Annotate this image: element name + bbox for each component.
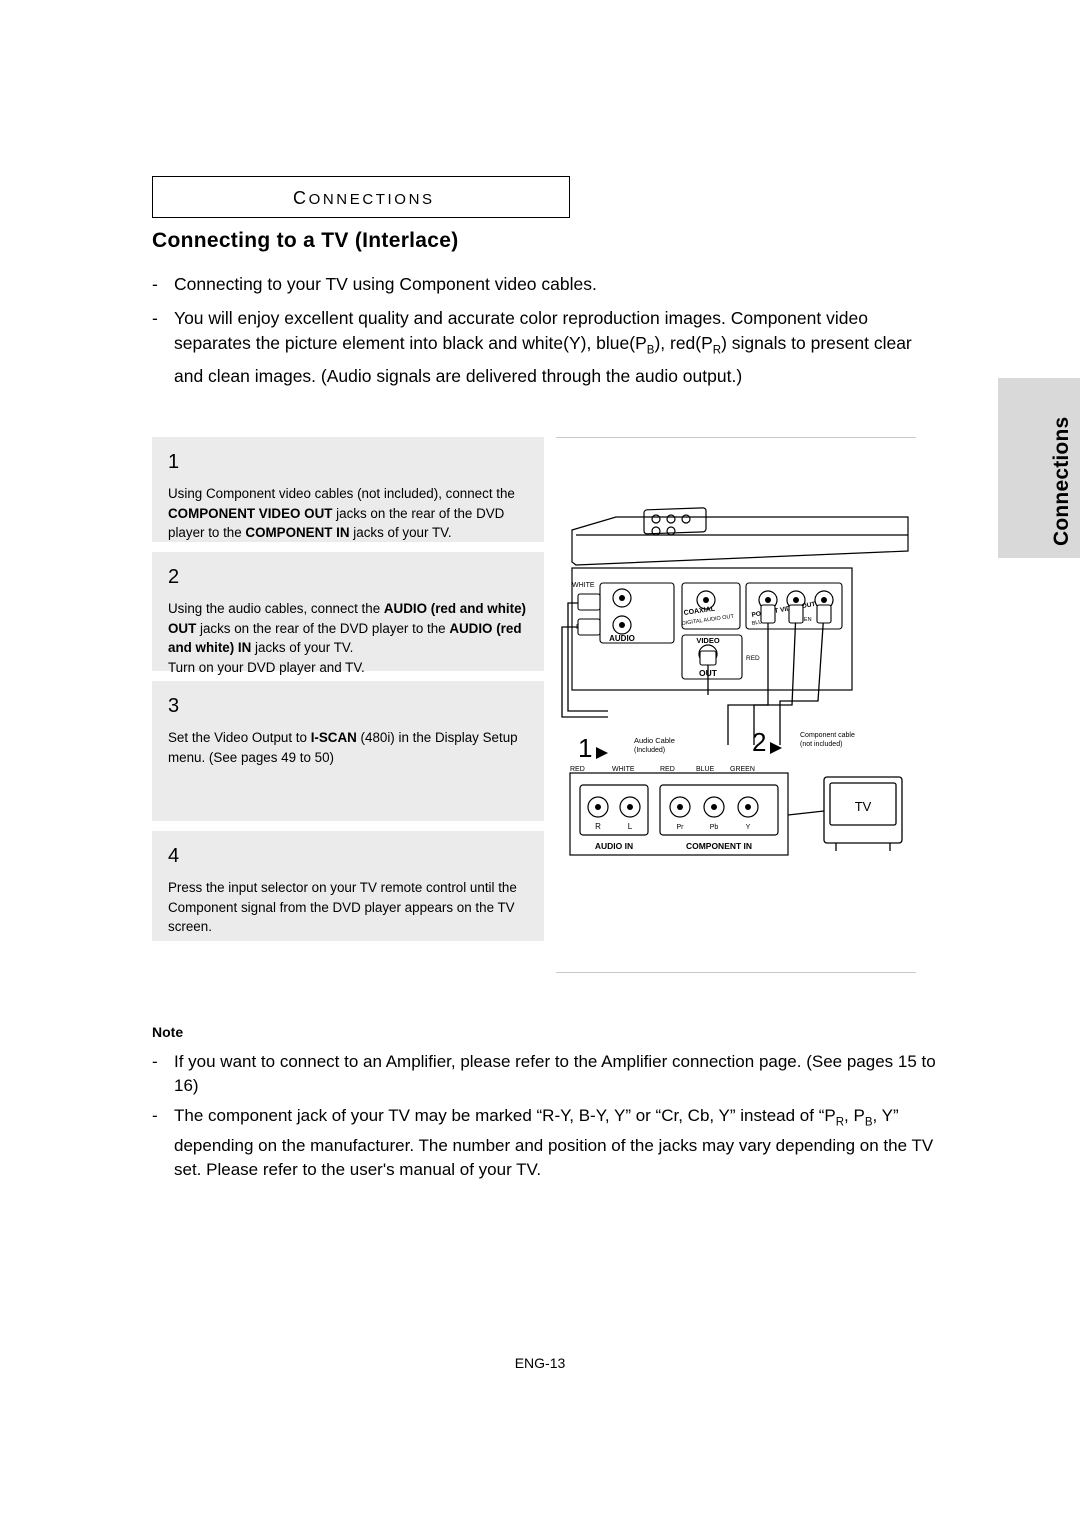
intro-bullet-2: - You will enjoy excellent quality and a…	[152, 306, 942, 389]
intro-bullet-1: - Connecting to your TV using Component …	[152, 272, 942, 297]
bullet-dash: -	[152, 274, 158, 294]
step-4: 4 Press the input selector on your TV re…	[152, 831, 544, 941]
label-video: VIDEO	[696, 636, 720, 645]
label-r: R	[595, 822, 601, 831]
side-tab: Connections	[998, 378, 1080, 558]
note-bullet-2: - The component jack of your TV may be m…	[152, 1104, 952, 1182]
label-audio: AUDIO	[609, 634, 635, 643]
step-text-4: Press the input selector on your TV remo…	[168, 880, 517, 934]
note-list: - If you want to connect to an Amplifier…	[152, 1050, 952, 1188]
section-header-rest: ONNECTIONS	[308, 191, 435, 208]
divider-top	[556, 437, 916, 438]
label-in-red2: RED	[660, 766, 675, 773]
divider-bottom	[556, 972, 916, 973]
label-in-green: GREEN	[730, 766, 755, 773]
label-audio-cable-included: (Included)	[634, 747, 665, 754]
label-y: Y	[746, 824, 751, 831]
note-bullet-1: - If you want to connect to an Amplifier…	[152, 1050, 952, 1098]
label-in-red: RED	[570, 766, 585, 773]
side-tab-label: Connections	[1050, 416, 1073, 546]
label-in-white: WHITE	[612, 766, 635, 773]
connection-diagram: WHITE RED AUDIO OUT VIDEO RED COAXIAL DI…	[556, 455, 936, 965]
intro-text-1: Connecting to your TV using Component vi…	[174, 274, 597, 294]
label-audio-cable: Audio Cable	[634, 736, 675, 745]
step-text-2: Using the audio cables, connect the AUDI…	[168, 601, 526, 675]
page-footer: ENG-13	[514, 1355, 566, 1371]
step-number-3: 3	[168, 695, 180, 717]
section-header-box: CONNECTIONS	[152, 176, 570, 218]
bullet-dash: -	[152, 1106, 158, 1125]
label-l: L	[628, 822, 633, 831]
page-title: Connecting to a TV (Interlace)	[152, 229, 459, 252]
label-component-cable: Component cable	[800, 732, 855, 739]
label-coaxial: COAXIAL	[683, 606, 716, 617]
step-3: 3 Set the Video Output to I-SCAN (480i) …	[152, 681, 544, 821]
label-component-cable-not-included: (not included)	[800, 741, 842, 748]
section-header-initial: C	[293, 188, 309, 208]
section-header-label: CONNECTIONS	[293, 188, 435, 209]
note-text-1: If you want to connect to an Amplifier, …	[174, 1052, 936, 1095]
label-in-blue: BLUE	[696, 766, 715, 773]
step-text-3: Set the Video Output to I-SCAN (480i) in…	[168, 730, 518, 765]
steps-list: 1 Using Component video cables (not incl…	[152, 437, 544, 951]
step-1: 1 Using Component video cables (not incl…	[152, 437, 544, 542]
label-pb: Pb	[710, 824, 719, 831]
label-pr: Pr	[677, 824, 685, 831]
bullet-dash: -	[152, 1052, 158, 1071]
note-text-2: The component jack of your TV may be mar…	[174, 1106, 934, 1180]
intro-list: - Connecting to your TV using Component …	[152, 272, 942, 398]
step-2: 2 Using the audio cables, connect the AU…	[152, 552, 544, 675]
intro-text-2: You will enjoy excellent quality and acc…	[174, 308, 912, 386]
bullet-dash: -	[152, 308, 158, 328]
page: Connections CONNECTIONS Connecting to a …	[0, 0, 1080, 1528]
marker-1: 1	[578, 733, 592, 763]
step-number-4: 4	[168, 845, 180, 867]
label-red-video: RED	[746, 655, 760, 662]
label-audio-in: AUDIO IN	[595, 841, 633, 851]
note-heading: Note	[152, 1024, 184, 1040]
step-text-1: Using Component video cables (not includ…	[168, 486, 515, 540]
step-number-2: 2	[168, 566, 180, 588]
marker-2: 2	[752, 727, 766, 757]
label-component-in: COMPONENT IN	[686, 841, 752, 851]
label-tv: TV	[855, 799, 872, 814]
step-number-1: 1	[168, 451, 180, 473]
label-white: WHITE	[572, 582, 595, 589]
